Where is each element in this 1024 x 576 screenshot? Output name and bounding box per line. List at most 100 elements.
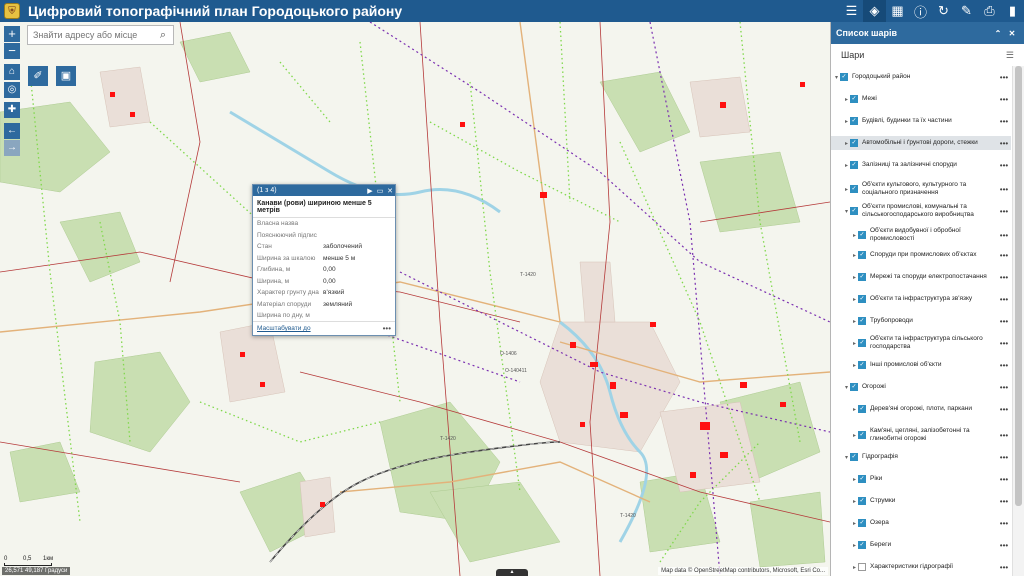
layer-visibility-checkbox[interactable]: ✓	[850, 383, 858, 391]
layer-visibility-checkbox[interactable]: ✓	[858, 295, 866, 303]
layer-visibility-checkbox[interactable]: ✓	[858, 251, 866, 259]
full-extent-icon[interactable]: ✚	[4, 102, 20, 118]
layer-visibility-checkbox[interactable]: ✓	[858, 231, 866, 239]
draw-tool-icon[interactable]: ✐	[28, 66, 48, 86]
chevron-down-icon[interactable]: ▾	[843, 384, 850, 391]
map-view[interactable]: Т-1420 О-1406 О-140411 Т-1420 Т-1420 ⌕ +…	[0, 22, 830, 576]
layer-item[interactable]: ▸ ✓ Береги •••	[831, 538, 1011, 552]
layer-options-icon[interactable]: •••	[997, 251, 1011, 260]
layer-options-icon[interactable]: •••	[997, 453, 1011, 462]
chevron-right-icon[interactable]: ▸	[851, 498, 858, 505]
bookmark-icon[interactable]: ▮	[1001, 0, 1024, 22]
expand-panel-icon[interactable]: ▴	[496, 569, 528, 576]
layer-visibility-checkbox[interactable]: ✓	[858, 273, 866, 281]
next-extent-icon[interactable]: →	[4, 140, 20, 156]
home-icon[interactable]: ⌂	[4, 64, 20, 80]
layer-options-icon[interactable]: •••	[997, 295, 1011, 304]
layer-item[interactable]: ▸ ✓ Мережі та споруди електропостачання •••	[831, 270, 1011, 284]
layer-visibility-checkbox[interactable]: ✓	[858, 317, 866, 325]
layer-options-icon[interactable]: •••	[997, 541, 1011, 550]
layer-options-icon[interactable]: •••	[997, 383, 1011, 392]
chevron-right-icon[interactable]: ▸	[851, 542, 858, 549]
layer-visibility-checkbox[interactable]: ✓	[858, 405, 866, 413]
layer-item[interactable]: ▸ ✓ Струмки •••	[831, 494, 1011, 508]
layer-visibility-checkbox[interactable]: ✓	[858, 497, 866, 505]
panel-scrollbar[interactable]	[1012, 66, 1024, 576]
layer-options-icon[interactable]: •••	[997, 563, 1011, 572]
layer-options-icon[interactable]: •••	[997, 139, 1011, 148]
layer-options-icon[interactable]: •••	[997, 73, 1011, 82]
layer-item[interactable]: ▸ Характеристики гідрографії •••	[831, 560, 1011, 574]
layer-visibility-checkbox[interactable]	[858, 563, 866, 571]
zoom-out-button[interactable]: −	[4, 43, 20, 59]
layer-item[interactable]: ▾ ✓ Городоцький район •••	[831, 70, 1011, 84]
layer-item[interactable]: ▸ ✓ Кам'яні, цегляні, залізобетонні та гли…	[831, 426, 1011, 444]
layer-visibility-checkbox[interactable]: ✓	[858, 519, 866, 527]
layer-item[interactable]: ▸ ✓ Автомобільні і ґрунтові дороги, стежки…	[831, 136, 1011, 150]
chevron-right-icon[interactable]: ▸	[843, 186, 850, 193]
chevron-right-icon[interactable]: ▸	[851, 406, 858, 413]
chevron-right-icon[interactable]: ▸	[851, 476, 858, 483]
chevron-right-icon[interactable]: ▸	[851, 340, 858, 347]
search-input[interactable]	[28, 30, 154, 40]
layer-item[interactable]: ▸ ✓ Межі •••	[831, 92, 1011, 106]
chevron-right-icon[interactable]: ▸	[851, 432, 858, 439]
layer-visibility-checkbox[interactable]: ✓	[850, 453, 858, 461]
layer-options-icon[interactable]: •••	[997, 475, 1011, 484]
layer-item[interactable]: ▾ ✓ Огорожі •••	[831, 380, 1011, 394]
layer-item[interactable]: ▸ ✓ Трубопроводи •••	[831, 314, 1011, 328]
chevron-down-icon[interactable]: ▾	[833, 74, 840, 81]
layer-visibility-checkbox[interactable]: ✓	[850, 185, 858, 193]
collapse-icon[interactable]: ⌃	[991, 29, 1005, 38]
chevron-right-icon[interactable]: ▸	[851, 362, 858, 369]
layer-item[interactable]: ▸ ✓ Об'єкти видобувної і обробної промисло…	[831, 226, 1011, 244]
layer-options-icon[interactable]: •••	[997, 273, 1011, 282]
overview-map-icon[interactable]: ▣	[56, 66, 76, 86]
basemap-gallery-icon[interactable]: ▦	[886, 0, 909, 22]
layer-item[interactable]: ▸ ✓ Інші промислові об'єкти •••	[831, 358, 1011, 372]
layer-item[interactable]: ▸ ✓ Об'єкти та інфраструктура сільського г…	[831, 334, 1011, 352]
layer-item[interactable]: ▸ ✓ Ріки •••	[831, 472, 1011, 486]
layer-options-icon[interactable]: •••	[997, 185, 1011, 194]
chevron-right-icon[interactable]: ▸	[851, 564, 858, 571]
layer-item[interactable]: ▸ ✓ Об'єкти культового, культурного та соц…	[831, 180, 1011, 198]
layer-item[interactable]: ▸ ✓ Залізниці та залізничні споруди •••	[831, 158, 1011, 172]
layer-visibility-checkbox[interactable]: ✓	[850, 95, 858, 103]
layer-options-icon[interactable]: •••	[997, 497, 1011, 506]
chevron-right-icon[interactable]: ▸	[851, 296, 858, 303]
layer-visibility-checkbox[interactable]: ✓	[858, 475, 866, 483]
layer-visibility-checkbox[interactable]: ✓	[850, 117, 858, 125]
scrollbar-thumb[interactable]	[1015, 66, 1022, 506]
layer-item[interactable]: ▸ ✓ Споруди при промислових об'єктах •••	[831, 248, 1011, 262]
print-icon[interactable]: ⎙	[978, 0, 1001, 22]
previous-extent-icon[interactable]: ←	[4, 123, 20, 139]
layer-visibility-checkbox[interactable]: ✓	[858, 339, 866, 347]
zoom-to-link[interactable]: Масштабувати до	[257, 325, 383, 332]
chevron-right-icon[interactable]: ▸	[851, 252, 858, 259]
layer-options-icon[interactable]: •••	[997, 431, 1011, 440]
search-icon[interactable]: ⌕	[154, 29, 172, 42]
info-icon[interactable]: ⓘ	[909, 0, 932, 22]
layer-visibility-checkbox[interactable]: ✓	[858, 431, 866, 439]
chevron-right-icon[interactable]: ▸	[851, 318, 858, 325]
close-icon[interactable]: ✕	[1005, 29, 1019, 38]
layer-options-icon[interactable]: •••	[997, 95, 1011, 104]
chevron-right-icon[interactable]: ▸	[843, 162, 850, 169]
next-feature-icon[interactable]: ▶	[365, 187, 375, 195]
chevron-down-icon[interactable]: ▾	[843, 454, 850, 461]
locate-icon[interactable]: ◎	[4, 82, 20, 98]
more-options-icon[interactable]: •••	[383, 324, 391, 333]
layer-item[interactable]: ▸ ✓ Будівлі, будинки та їх частини •••	[831, 114, 1011, 128]
layer-options-icon[interactable]: •••	[997, 317, 1011, 326]
filter-list-icon[interactable]: ☰	[1006, 50, 1014, 61]
layers-icon[interactable]: ◈	[863, 0, 886, 22]
layer-options-icon[interactable]: •••	[997, 207, 1011, 216]
layer-visibility-checkbox[interactable]: ✓	[850, 207, 858, 215]
layer-item[interactable]: ▸ ✓ Об'єкти та інфраструктура зв'язку •••	[831, 292, 1011, 306]
chevron-right-icon[interactable]: ▸	[851, 274, 858, 281]
layer-options-icon[interactable]: •••	[997, 361, 1011, 370]
close-icon[interactable]: ✕	[385, 187, 395, 195]
layer-visibility-checkbox[interactable]: ✓	[850, 161, 858, 169]
swipe-icon[interactable]: ↻	[932, 0, 955, 22]
layer-options-icon[interactable]: •••	[997, 519, 1011, 528]
